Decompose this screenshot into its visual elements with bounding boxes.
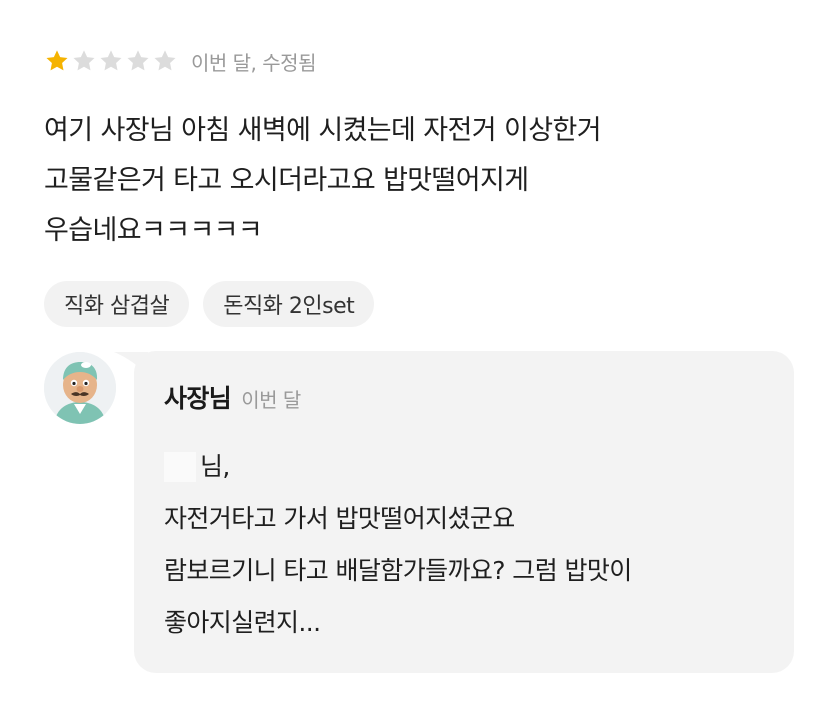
reply-line: 람보르기니 타고 배달함가들까요? 그럼 밥맛이: [164, 556, 632, 585]
review-meta: 이번 달, 수정됨: [191, 50, 316, 75]
star-empty-icon: [152, 48, 178, 74]
reply-line: 좋아지실련지...: [164, 608, 321, 637]
review-card: 이번 달, 수정됨 여기 사장님 아침 새벽에 시켰는데 자전거 이상한거 고물…: [0, 0, 835, 724]
cartoon-owner-avatar-icon: [44, 352, 116, 424]
menu-tag[interactable]: 직화 삼겹살: [44, 281, 190, 327]
review-line: 여기 사장님 아침 새벽에 시켰는데 자전거 이상한거: [44, 115, 602, 146]
reply-line: 자전거타고 가서 밥맛떨어지셨군요: [164, 504, 515, 533]
reply-greeting: 님,: [164, 441, 632, 493]
star-empty-icon: [71, 48, 97, 74]
rating-row: 이번 달, 수정됨: [44, 44, 316, 78]
menu-tag[interactable]: 돈직화 2인set: [203, 281, 375, 327]
greeting-text: 님,: [200, 452, 230, 481]
star-empty-icon: [98, 48, 124, 74]
reply-date: 이번 달: [241, 388, 301, 412]
reply-text: 님, 자전거타고 가서 밥맛떨어지셨군요 람보르기니 타고 배달함가들까요? 그…: [164, 441, 632, 649]
reply-header: 사장님 이번 달: [164, 379, 301, 415]
redacted-customer-name: [164, 452, 196, 482]
menu-tags: 직화 삼겹살 돈직화 2인set: [44, 281, 375, 327]
review-text: 여기 사장님 아침 새벽에 시켰는데 자전거 이상한거 고물같은거 타고 오시더…: [44, 106, 804, 256]
star-rating: [44, 48, 179, 74]
review-line: 우습네요ㅋㅋㅋㅋㅋ: [44, 215, 263, 246]
owner-reply: 사장님 이번 달 님, 자전거타고 가서 밥맛떨어지셨군요 람보르기니 타고 배…: [134, 351, 794, 673]
review-line: 고물같은거 타고 오시더라고요 밥맛떨어지게: [44, 165, 529, 196]
star-filled-icon: [44, 48, 70, 74]
owner-name: 사장님: [164, 384, 232, 413]
star-empty-icon: [125, 48, 151, 74]
